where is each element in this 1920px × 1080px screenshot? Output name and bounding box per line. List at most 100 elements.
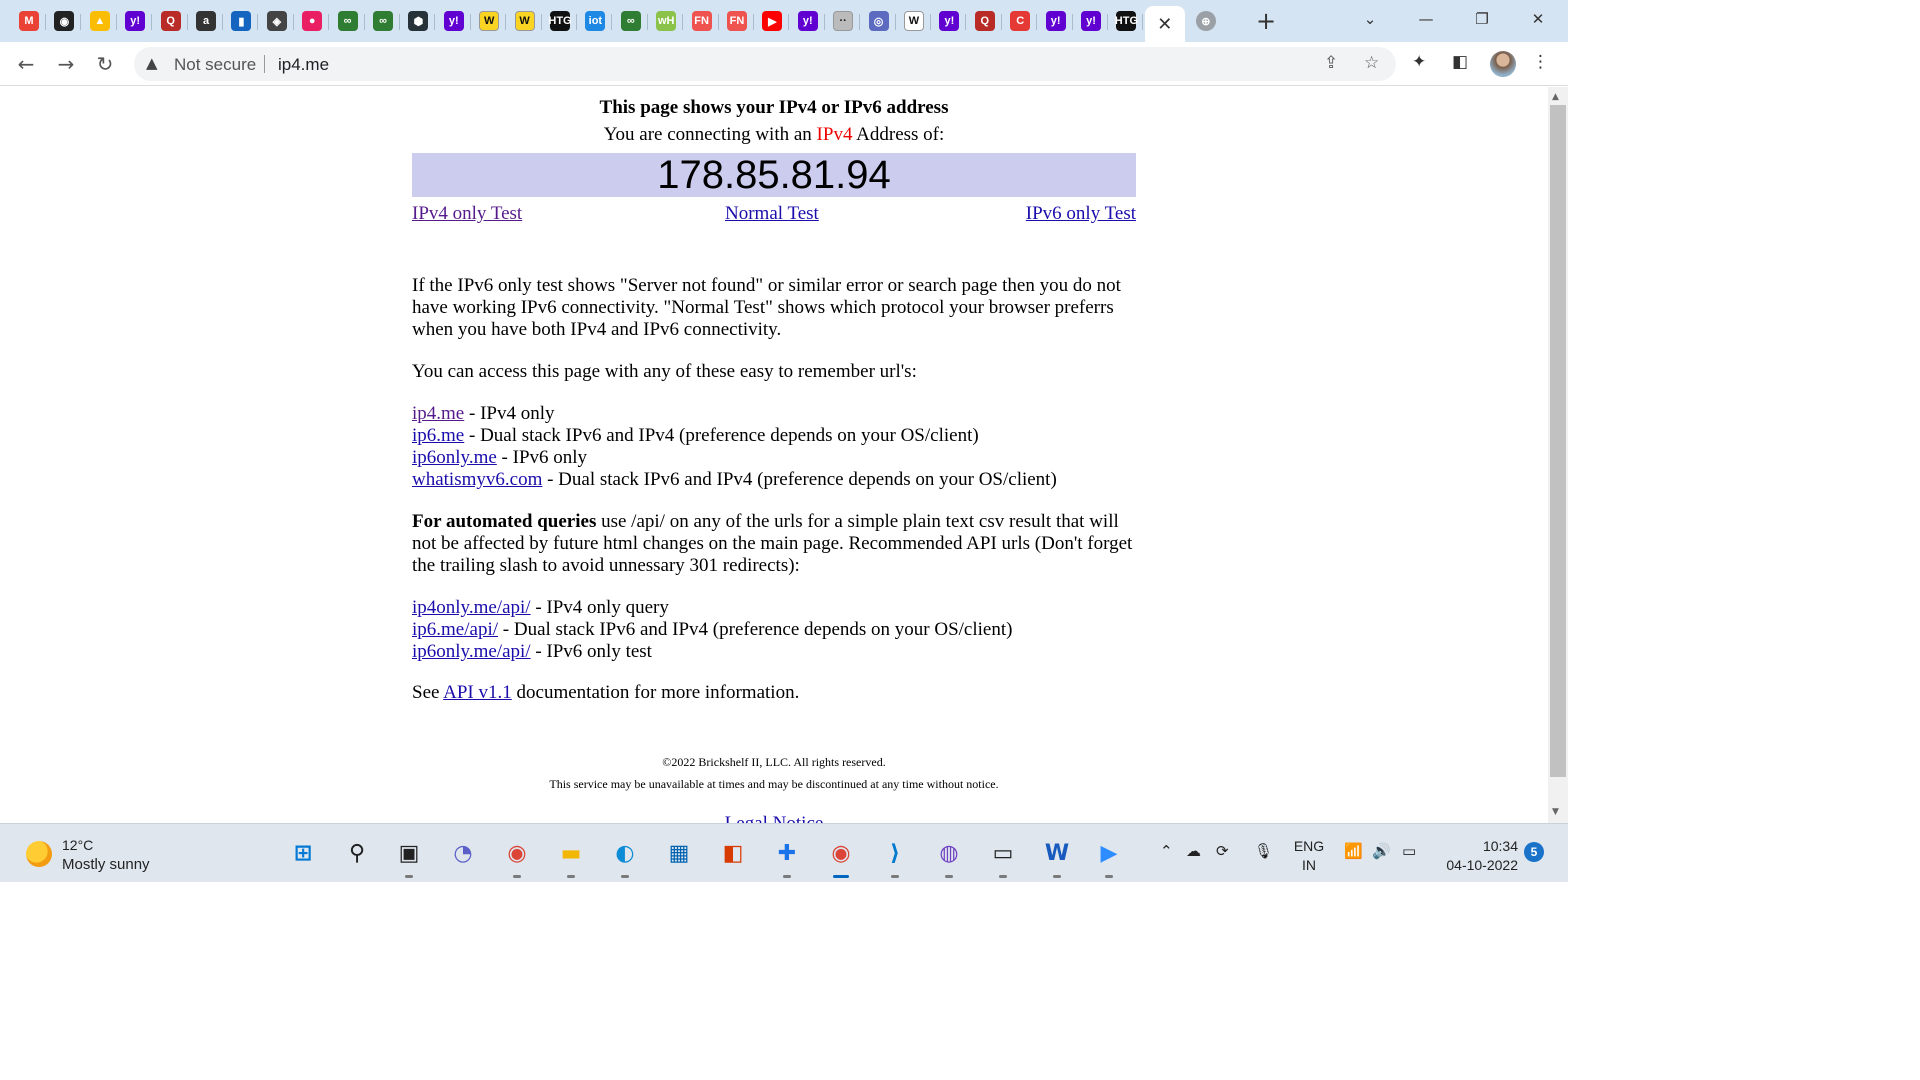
start-icon[interactable]: ⊞ (288, 838, 318, 868)
ipv6-only-test-link[interactable]: IPv6 only Test (1026, 203, 1136, 225)
zoom-icon[interactable]: ▶ (1094, 838, 1124, 878)
battery-icon[interactable]: ▭ (1402, 842, 1416, 860)
browser-tab[interactable]: FN (685, 6, 719, 36)
minimize-button[interactable]: — (1404, 6, 1448, 32)
warning-icon[interactable]: ▲ (146, 54, 158, 72)
url-link[interactable]: ip6.me (412, 425, 464, 446)
tab-search-button[interactable]: ⌄ (1348, 6, 1392, 32)
profile-avatar[interactable] (1490, 51, 1516, 77)
browser-tab[interactable]: ● (295, 6, 330, 36)
browser-tab[interactable]: y! (1039, 6, 1073, 36)
browser-tab[interactable]: Q (154, 6, 188, 36)
url-link[interactable]: ip6only.me (412, 447, 497, 468)
browser-tab[interactable]: ∞ (366, 6, 400, 36)
search-icon[interactable]: ⚲ (342, 838, 372, 868)
wifi-icon[interactable]: 📶 (1344, 842, 1363, 860)
browser-tab[interactable]: FN (720, 6, 754, 36)
scroll-down-arrow-icon[interactable]: ▼ (1552, 807, 1559, 817)
language-indicator[interactable]: ENG IN (1292, 837, 1326, 875)
close-window-button[interactable]: ✕ (1516, 6, 1560, 32)
close-tab-icon[interactable]: ✕ (1157, 14, 1172, 35)
chrome-icon[interactable]: ◉ (502, 838, 532, 878)
browser-tab[interactable]: ⊕ (1189, 6, 1223, 36)
browser-tab[interactable]: W (508, 6, 542, 36)
back-button[interactable]: ← (12, 50, 40, 78)
office-icon[interactable]: ◧ (718, 838, 748, 868)
url-text[interactable]: ip4.me (278, 55, 329, 75)
active-tab[interactable]: ✕ (1144, 6, 1185, 42)
browser-tab[interactable]: y! (118, 6, 153, 36)
browser-tab[interactable]: M (12, 6, 46, 36)
side-panel-icon[interactable]: ◧ (1452, 52, 1468, 72)
legal-notice-link[interactable]: Legal Notice (725, 813, 824, 823)
weather-sun-icon[interactable] (26, 841, 52, 867)
browser-tab[interactable]: ⬢ (401, 6, 436, 36)
browser-tab[interactable]: y! (1074, 6, 1108, 36)
clock[interactable]: 10:34 04-10-2022 (1438, 837, 1518, 875)
tab-separator (753, 14, 754, 30)
share-icon[interactable]: ⇪ (1324, 53, 1338, 73)
browser-tab[interactable]: W (472, 6, 507, 36)
onedrive-cloud-icon[interactable]: ☁ (1186, 842, 1201, 860)
url-link[interactable]: ip4.me (412, 403, 464, 424)
task-view-icon[interactable]: ▣ (394, 838, 424, 878)
ipv6-explanation: If the IPv6 only test shows "Server not … (412, 275, 1121, 340)
browser-tab[interactable]: y! (932, 6, 967, 36)
browser-tab[interactable]: ▮ (224, 6, 259, 36)
new-tab-button[interactable]: + (1253, 7, 1279, 35)
api-url-link[interactable]: ip6only.me/api/ (412, 641, 531, 662)
edge-icon[interactable]: ◐ (610, 838, 640, 878)
chat-icon[interactable]: ◔ (448, 838, 478, 868)
extensions-icon[interactable]: ✦ (1412, 52, 1426, 72)
browser-tab[interactable]: ·· (826, 6, 861, 36)
reload-button[interactable]: ↻ (91, 50, 119, 78)
browser-tab[interactable]: y! (437, 6, 471, 36)
chrome-profile-icon[interactable]: ◉ (826, 838, 856, 878)
scroll-thumb[interactable] (1550, 105, 1566, 777)
browser-tab[interactable]: ◈ (260, 6, 294, 36)
browser-tab[interactable]: ▶ (755, 6, 790, 36)
browser-tab[interactable]: y! (791, 6, 825, 36)
browser-tab[interactable]: ◉ (47, 6, 82, 36)
bookmark-star-icon[interactable]: ☆ (1364, 53, 1379, 73)
api-url-link[interactable]: ip4only.me/api/ (412, 597, 531, 618)
microphone-icon[interactable]: 🎙 (1254, 842, 1273, 860)
github-desktop-icon[interactable]: ◍ (934, 838, 964, 878)
show-hidden-icons-icon[interactable]: ⌃ (1160, 842, 1173, 860)
scroll-up-arrow-icon[interactable]: ▲ (1552, 92, 1559, 102)
address-bar[interactable]: ▲ Not secure ip4.me ⇪ ☆ (134, 47, 1396, 81)
menu-icon[interactable]: ⋮ (1532, 52, 1549, 72)
sync-icon[interactable]: ⟳ (1216, 842, 1229, 860)
api-url-link[interactable]: ip6.me/api/ (412, 619, 498, 640)
weather-temperature[interactable]: 12°C (62, 837, 93, 853)
word-icon[interactable]: W (1042, 838, 1072, 878)
weather-description[interactable]: Mostly sunny (62, 856, 150, 873)
forward-button[interactable]: → (52, 50, 80, 78)
vscode-icon[interactable]: ⟩ (880, 838, 910, 878)
browser-tab[interactable]: ▲ (83, 6, 117, 36)
restore-button[interactable]: ❐ (1460, 6, 1504, 32)
browser-tab[interactable]: W (897, 6, 931, 36)
normal-test-link[interactable]: Normal Test (725, 203, 819, 225)
browser-tab[interactable]: C (1003, 6, 1038, 36)
browser-tab[interactable]: ∞ (614, 6, 648, 36)
browser-tab[interactable]: ∞ (331, 6, 365, 36)
volume-icon[interactable]: 🔊 (1372, 842, 1391, 860)
browser-tab[interactable]: ◎ (862, 6, 896, 36)
browser-tab[interactable]: HTG (1109, 6, 1144, 36)
url-link[interactable]: whatismyv6.com (412, 469, 542, 490)
browser-tab[interactable]: iot (578, 6, 613, 36)
page-scrollbar[interactable]: ▲ ▼ (1548, 87, 1568, 823)
browser-tab[interactable]: HTG (543, 6, 577, 36)
store-icon[interactable]: ▦ (664, 838, 694, 868)
browser-tab[interactable]: Q (968, 6, 1002, 36)
browser-tab[interactable]: wH (649, 6, 684, 36)
api-doc-link[interactable]: API v1.1 (443, 682, 512, 703)
file-explorer-icon[interactable]: ▬ (556, 838, 586, 878)
security-label[interactable]: Not secure (174, 55, 256, 75)
browser-tab[interactable]: a (189, 6, 223, 36)
terminal-icon[interactable]: ▭ (988, 838, 1018, 878)
ipv4-only-test-link[interactable]: IPv4 only Test (412, 203, 522, 225)
app-icon[interactable]: ✚ (772, 838, 802, 878)
notification-badge[interactable]: 5 (1524, 842, 1544, 862)
